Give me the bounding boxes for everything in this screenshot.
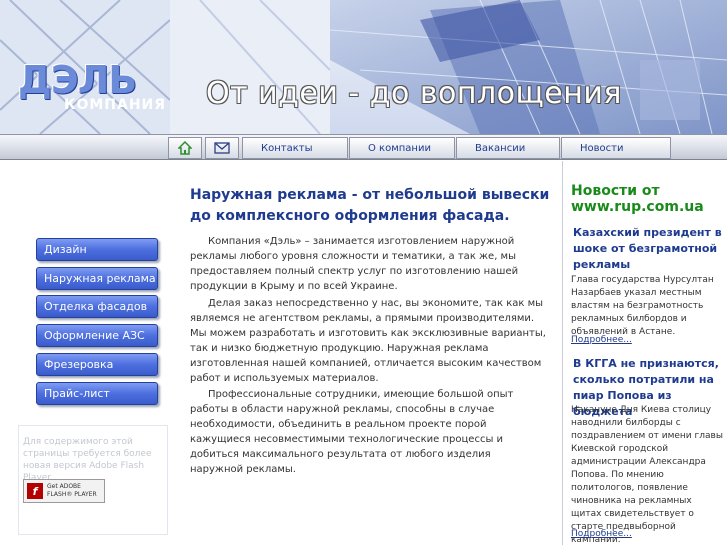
nav-news[interactable]: Новости [561,137,671,159]
flash-notice: Для содержимого этой страницы требуется … [23,437,152,483]
news-column: Новости от www.rup.com.ua Казахский през… [562,161,727,545]
news-text: Накануне Дня Киева столицу наводнили бил… [571,405,723,545]
sidebar-item-price-list[interactable]: Прайс-лист [36,382,158,405]
get-flash-player-button[interactable]: f Get ADOBE FLASH® PLAYER [23,479,105,503]
mail-icon [214,142,230,154]
news-more-link[interactable]: Подробнее... [571,529,632,539]
sidebar-item-outdoor-ads[interactable]: Наружная реклама [36,267,158,290]
company-logo[interactable]: ДЭЛЬ КОМПАНИЯ [18,58,167,116]
news-headline[interactable]: Казахский президент в шоке от безграмотн… [573,225,723,273]
news-more-link[interactable]: Подробнее... [571,335,632,345]
page-title: Наружная реклама - от небольшой вывески … [190,187,550,224]
flash-badge-line1: Get ADOBE [47,483,81,490]
logo-text: ДЭЛЬ [18,58,137,102]
nav-contacts[interactable]: Контакты [242,137,348,159]
logo-subtext: КОМПАНИЯ [64,97,167,113]
content-paragraph: Профессиональные сотрудники, имеющие бол… [190,389,514,475]
sidebar-item-facades[interactable]: Отделка фасадов [36,295,158,318]
nav-about[interactable]: О компании [349,137,455,159]
page: ДЭЛЬ КОМПАНИЯ От идеи - до воплощения Ко… [0,0,727,545]
nav-vacancies[interactable]: Вакансии [456,137,560,159]
sidebar-item-design[interactable]: Дизайн [36,238,158,261]
news-title: Новости от www.rup.com.ua [571,183,704,215]
flash-placeholder: Для содержимого этой страницы требуется … [18,425,168,535]
sidebar-item-milling[interactable]: Фрезеровка [36,353,158,376]
sidebar-item-gas-stations[interactable]: Оформление АЗС [36,324,158,347]
content-paragraph: Делая заказ непосредственно у нас, вы эк… [190,298,546,384]
content-paragraph: Компания «Дэль» – занимается изготовлени… [190,236,519,292]
home-button[interactable] [168,137,202,159]
header-banner: ДЭЛЬ КОМПАНИЯ От идеи - до воплощения [0,0,727,134]
main-content: Наружная реклама - от небольшой вывески … [170,161,560,545]
flash-icon: f [27,483,43,499]
top-nav: Контакты О компании Вакансии Новости [0,134,727,160]
sidebar: Дизайн Наружная реклама Отделка фасадов … [0,161,170,545]
flash-badge-label: Get ADOBE FLASH® PLAYER [47,483,97,499]
mail-button[interactable] [205,137,239,159]
flash-badge-line2: FLASH® PLAYER [47,491,97,498]
home-icon [178,141,192,155]
slogan: От идеи - до воплощения [206,76,622,111]
news-text: Глава государства Нурсултан Назарбаев ук… [571,275,714,337]
